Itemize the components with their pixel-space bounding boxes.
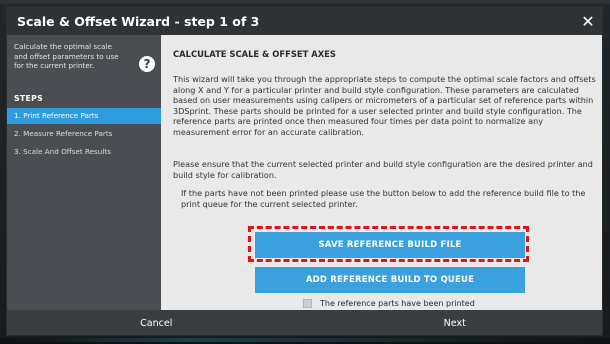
sidebar-description: Calculate the optimal scale and offset p… [14, 42, 119, 70]
dialog-footer: Cancel Next [7, 310, 603, 335]
step-item-measure-reference-parts[interactable]: 2. Measure Reference Parts [7, 126, 161, 142]
help-icon[interactable]: ? [139, 56, 155, 72]
dialog-titlebar: Scale & Offset Wizard - step 1 of 3 ✕ [7, 7, 602, 35]
reference-printed-checkbox-row[interactable]: The reference parts have been printed [303, 299, 475, 308]
background-platform-glow [8, 338, 602, 342]
print-instructions-paragraph: If the parts have not been printed pleas… [181, 188, 586, 209]
add-reference-build-to-queue-button[interactable]: ADD REFERENCE BUILD TO QUEUE [255, 267, 525, 293]
intro-paragraph: This wizard will take you through the ap… [173, 74, 596, 137]
wizard-sidebar: Calculate the optimal scale and offset p… [7, 35, 161, 310]
step-item-print-reference-parts[interactable]: 1. Print Reference Parts [7, 108, 161, 124]
reference-printed-label: The reference parts have been printed [320, 299, 475, 308]
step-item-scale-offset-results[interactable]: 3. Scale And Offset Results [7, 144, 161, 160]
ensure-paragraph: Please ensure that the current selected … [173, 159, 593, 180]
scale-offset-wizard-dialog: Scale & Offset Wizard - step 1 of 3 ✕ Ca… [6, 6, 603, 336]
wizard-content: CALCULATE SCALE & OFFSET AXES This wizar… [161, 35, 602, 310]
reference-printed-checkbox[interactable] [303, 299, 312, 308]
save-reference-build-button[interactable]: SAVE REFERENCE BUILD FILE [255, 232, 525, 258]
next-button[interactable]: Next [306, 310, 603, 335]
background-toolbar [0, 0, 610, 4]
dialog-title: Scale & Offset Wizard - step 1 of 3 [17, 13, 260, 29]
content-heading: CALCULATE SCALE & OFFSET AXES [173, 49, 336, 59]
close-icon[interactable]: ✕ [574, 7, 602, 35]
steps-heading: STEPS [14, 94, 44, 103]
cancel-button[interactable]: Cancel [7, 310, 306, 335]
